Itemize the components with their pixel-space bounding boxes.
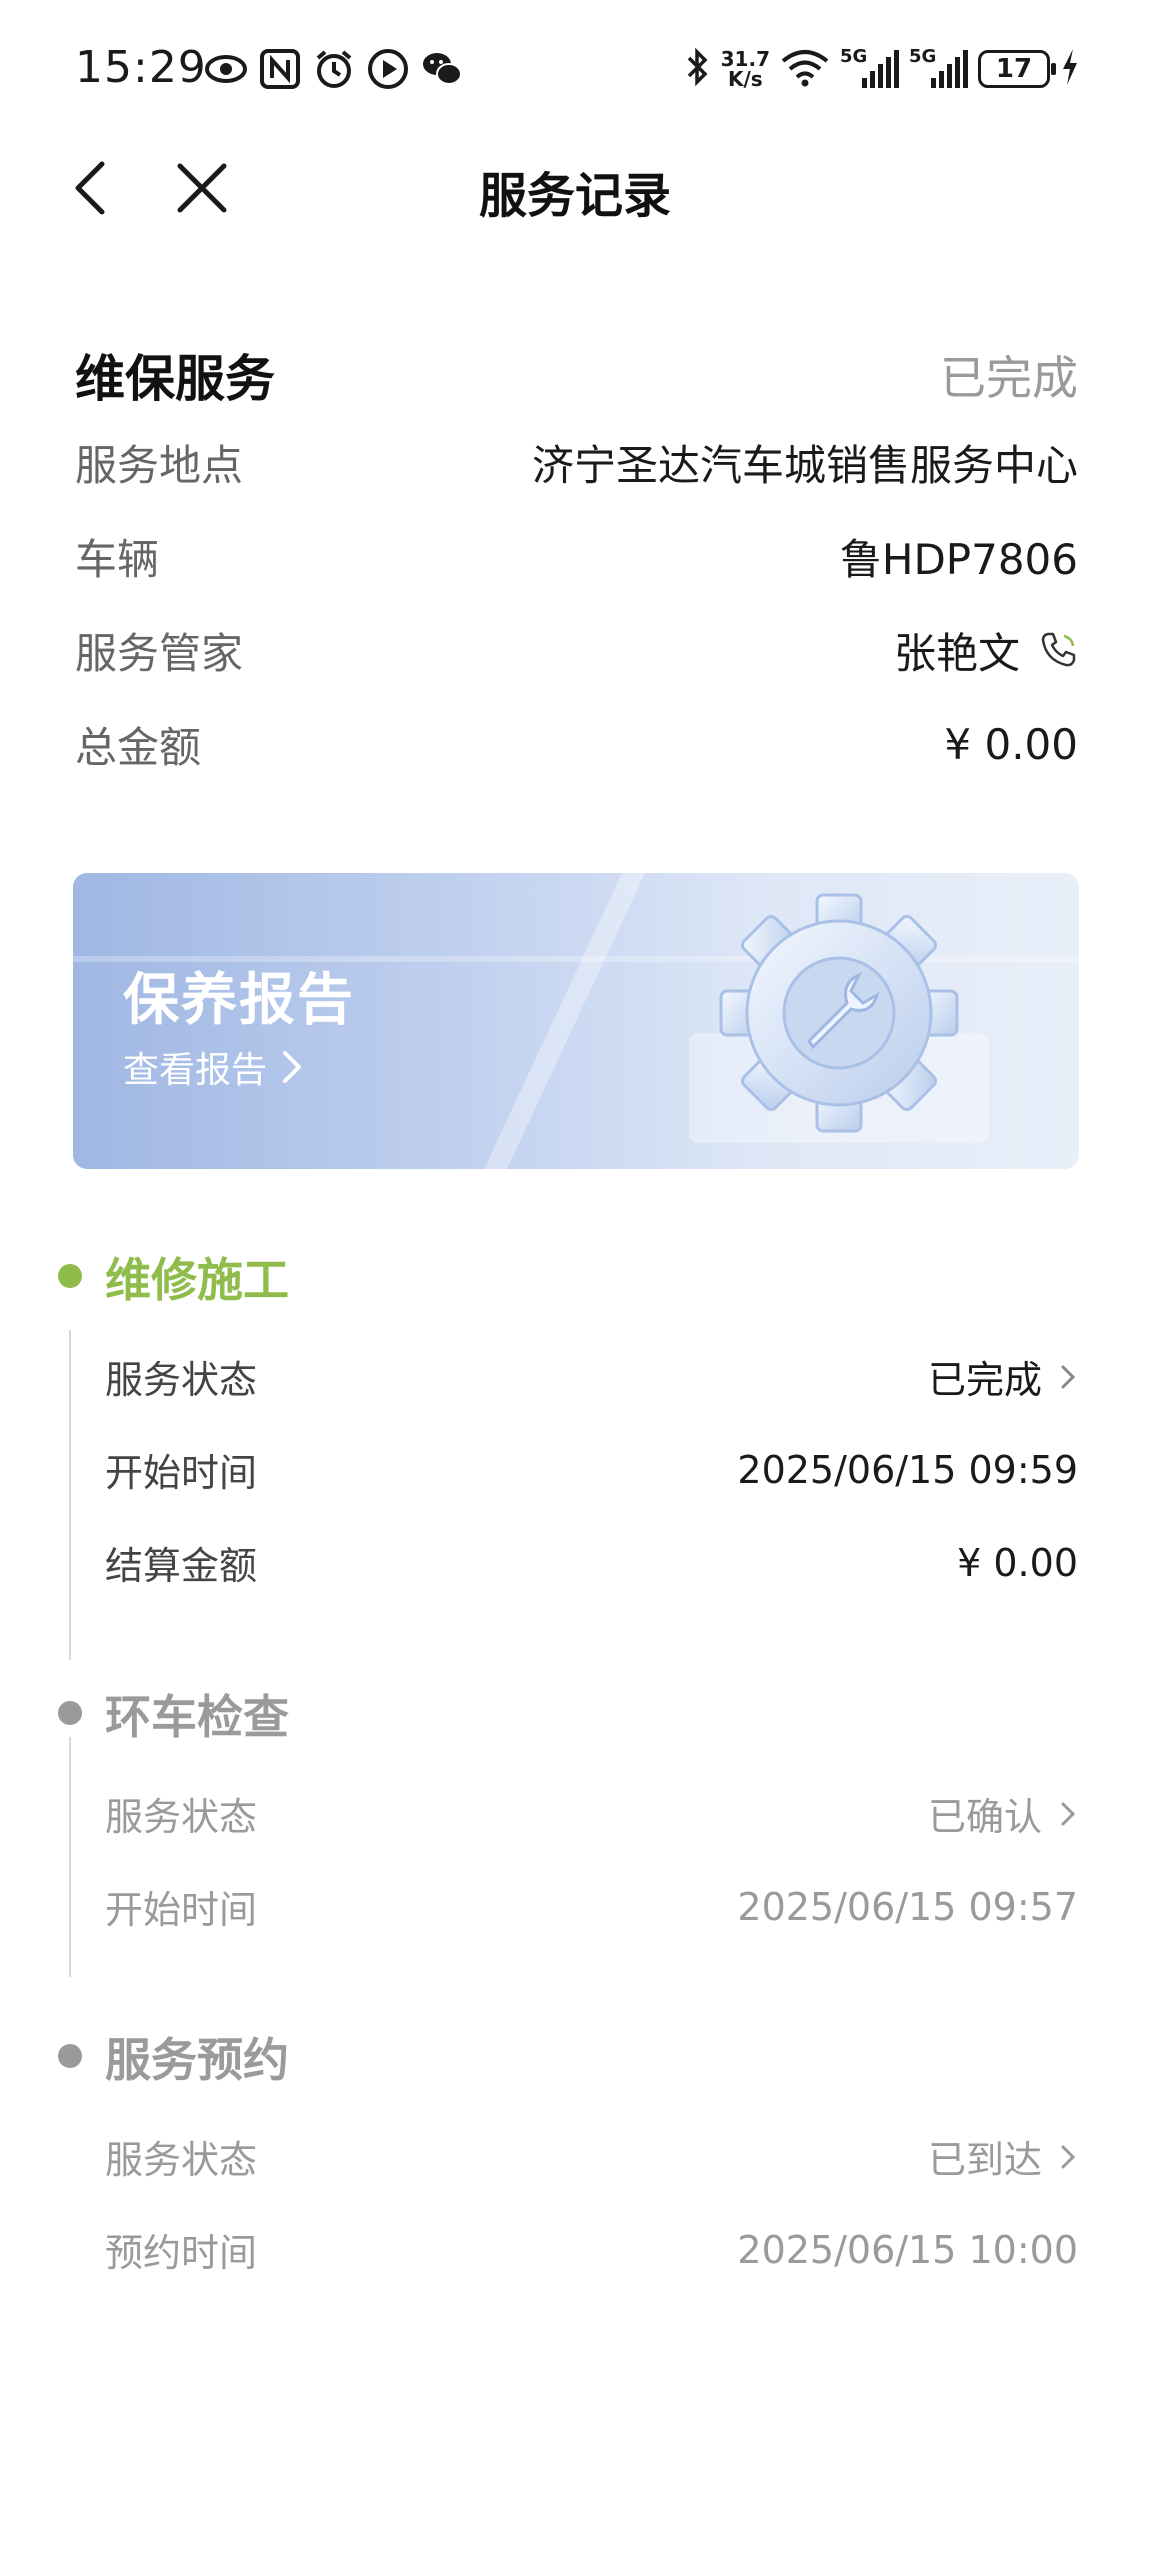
- nfc-icon: [259, 48, 301, 90]
- row-value: 2025/06/15 10:00: [737, 2227, 1078, 2272]
- timeline-line: [69, 1330, 71, 1660]
- timeline-dot: [58, 1701, 82, 1725]
- chevron-right-icon: [283, 1051, 302, 1083]
- chevron-right-icon: [1061, 1365, 1076, 1388]
- row-label: 服务状态: [105, 2138, 258, 2182]
- row-label: 结算金额: [105, 1544, 258, 1588]
- section-title: 维修施工: [105, 1253, 289, 1307]
- phone-icon[interactable]: [1038, 630, 1078, 670]
- row-value: ¥ 0.00: [944, 719, 1078, 769]
- wechat-icon: [421, 48, 463, 90]
- row-label: 预约时间: [105, 2231, 258, 2275]
- cell-signal-2: 5G: [909, 46, 968, 88]
- alarm-icon: [313, 48, 355, 90]
- battery-indicator: 17: [978, 50, 1056, 88]
- row-value: 已完成: [928, 1349, 1078, 1404]
- gear-wrench-icon: [689, 893, 989, 1143]
- timeline-section-repair: 维修施工 服务状态 已完成 开始时间 2025/06/15 09:59 结算金额…: [0, 1230, 1150, 1667]
- timeline-line: [69, 1737, 71, 1977]
- row-label: 开始时间: [105, 1451, 258, 1495]
- start-time-row: 开始时间 2025/06/15 09:59: [105, 1423, 1078, 1516]
- notification-icons: [205, 48, 463, 90]
- row-label: 总金额: [75, 722, 202, 772]
- section-title: 服务预约: [105, 2033, 289, 2087]
- service-timeline: 维修施工 服务状态 已完成 开始时间 2025/06/15 09:59 结算金额…: [0, 1230, 1150, 2310]
- settlement-row: 结算金额 ¥ 0.00: [105, 1516, 1078, 1609]
- summary-title: 维保服务: [75, 350, 275, 408]
- charging-icon: [1060, 47, 1080, 91]
- chevron-right-icon: [1061, 2145, 1076, 2168]
- timeline-section-inspection: 环车检查 服务状态 已确认 开始时间 2025/06/15 09:57: [0, 1667, 1150, 2010]
- advisor-name: 张艳文: [893, 628, 1020, 678]
- row-value: 2025/06/15 09:57: [737, 1884, 1078, 1929]
- row-label: 车辆: [75, 534, 160, 584]
- maintenance-report-banner[interactable]: 保养报告 查看报告: [73, 873, 1079, 1169]
- status-time: 15:29: [75, 42, 207, 93]
- timeline-section-appointment: 服务预约 服务状态 已到达 预约时间 2025/06/15 10:00: [0, 2010, 1150, 2310]
- appointment-time-row: 预约时间 2025/06/15 10:00: [105, 2203, 1078, 2296]
- row-value: 鲁HDP7806: [839, 534, 1078, 584]
- wifi-icon: [780, 47, 830, 91]
- row-label: 开始时间: [105, 1888, 258, 1932]
- summary-row-total: 总金额 ¥ 0.00: [75, 697, 1078, 791]
- eye-icon: [205, 48, 247, 90]
- service-summary: 维保服务 已完成 服务地点 济宁圣达汽车城销售服务中心 车辆 鲁HDP7806 …: [75, 335, 1078, 791]
- summary-status: 已完成: [940, 351, 1078, 405]
- summary-row-location: 服务地点 济宁圣达汽车城销售服务中心: [75, 415, 1078, 509]
- timeline-dot: [58, 2044, 82, 2068]
- row-label: 服务管家: [75, 628, 244, 678]
- row-label: 服务地点: [75, 440, 244, 490]
- status-bar: 15:29 31.7 K/s 5G 5G 17: [0, 0, 1150, 140]
- nav-header: 服务记录: [0, 140, 1150, 230]
- summary-row-advisor: 服务管家 张艳文: [75, 603, 1078, 697]
- status-row[interactable]: 服务状态 已到达: [105, 2110, 1078, 2203]
- row-value: 已确认: [928, 1786, 1078, 1841]
- start-time-row: 开始时间 2025/06/15 09:57: [105, 1860, 1078, 1953]
- row-label: 服务状态: [105, 1358, 258, 1402]
- bluetooth-icon: [685, 47, 711, 91]
- row-value: ¥ 0.00: [957, 1540, 1078, 1585]
- video-app-icon: [367, 48, 409, 90]
- network-speed: 31.7 K/s: [720, 47, 770, 91]
- summary-header: 维保服务 已完成: [75, 335, 1078, 415]
- row-label: 服务状态: [105, 1795, 258, 1839]
- view-report-link[interactable]: 查看报告: [123, 1041, 303, 1093]
- system-indicators: 31.7 K/s 5G 5G 17: [685, 44, 1080, 94]
- status-row[interactable]: 服务状态 已完成: [105, 1330, 1078, 1423]
- row-value: 济宁圣达汽车城销售服务中心: [531, 440, 1078, 490]
- cell-signal-1: 5G: [840, 46, 899, 88]
- banner-title: 保养报告: [123, 968, 355, 1033]
- advisor-value[interactable]: 张艳文: [894, 620, 1078, 681]
- timeline-dot: [58, 1264, 82, 1288]
- row-value: 2025/06/15 09:59: [737, 1447, 1078, 1492]
- section-title: 环车检查: [105, 1690, 289, 1744]
- view-report-label: 查看报告: [123, 1050, 268, 1091]
- summary-row-vehicle: 车辆 鲁HDP7806: [75, 509, 1078, 603]
- status-row[interactable]: 服务状态 已确认: [105, 1767, 1078, 1860]
- chevron-right-icon: [1061, 1802, 1076, 1825]
- page-title: 服务记录: [478, 168, 671, 224]
- row-value: 已到达: [928, 2129, 1078, 2184]
